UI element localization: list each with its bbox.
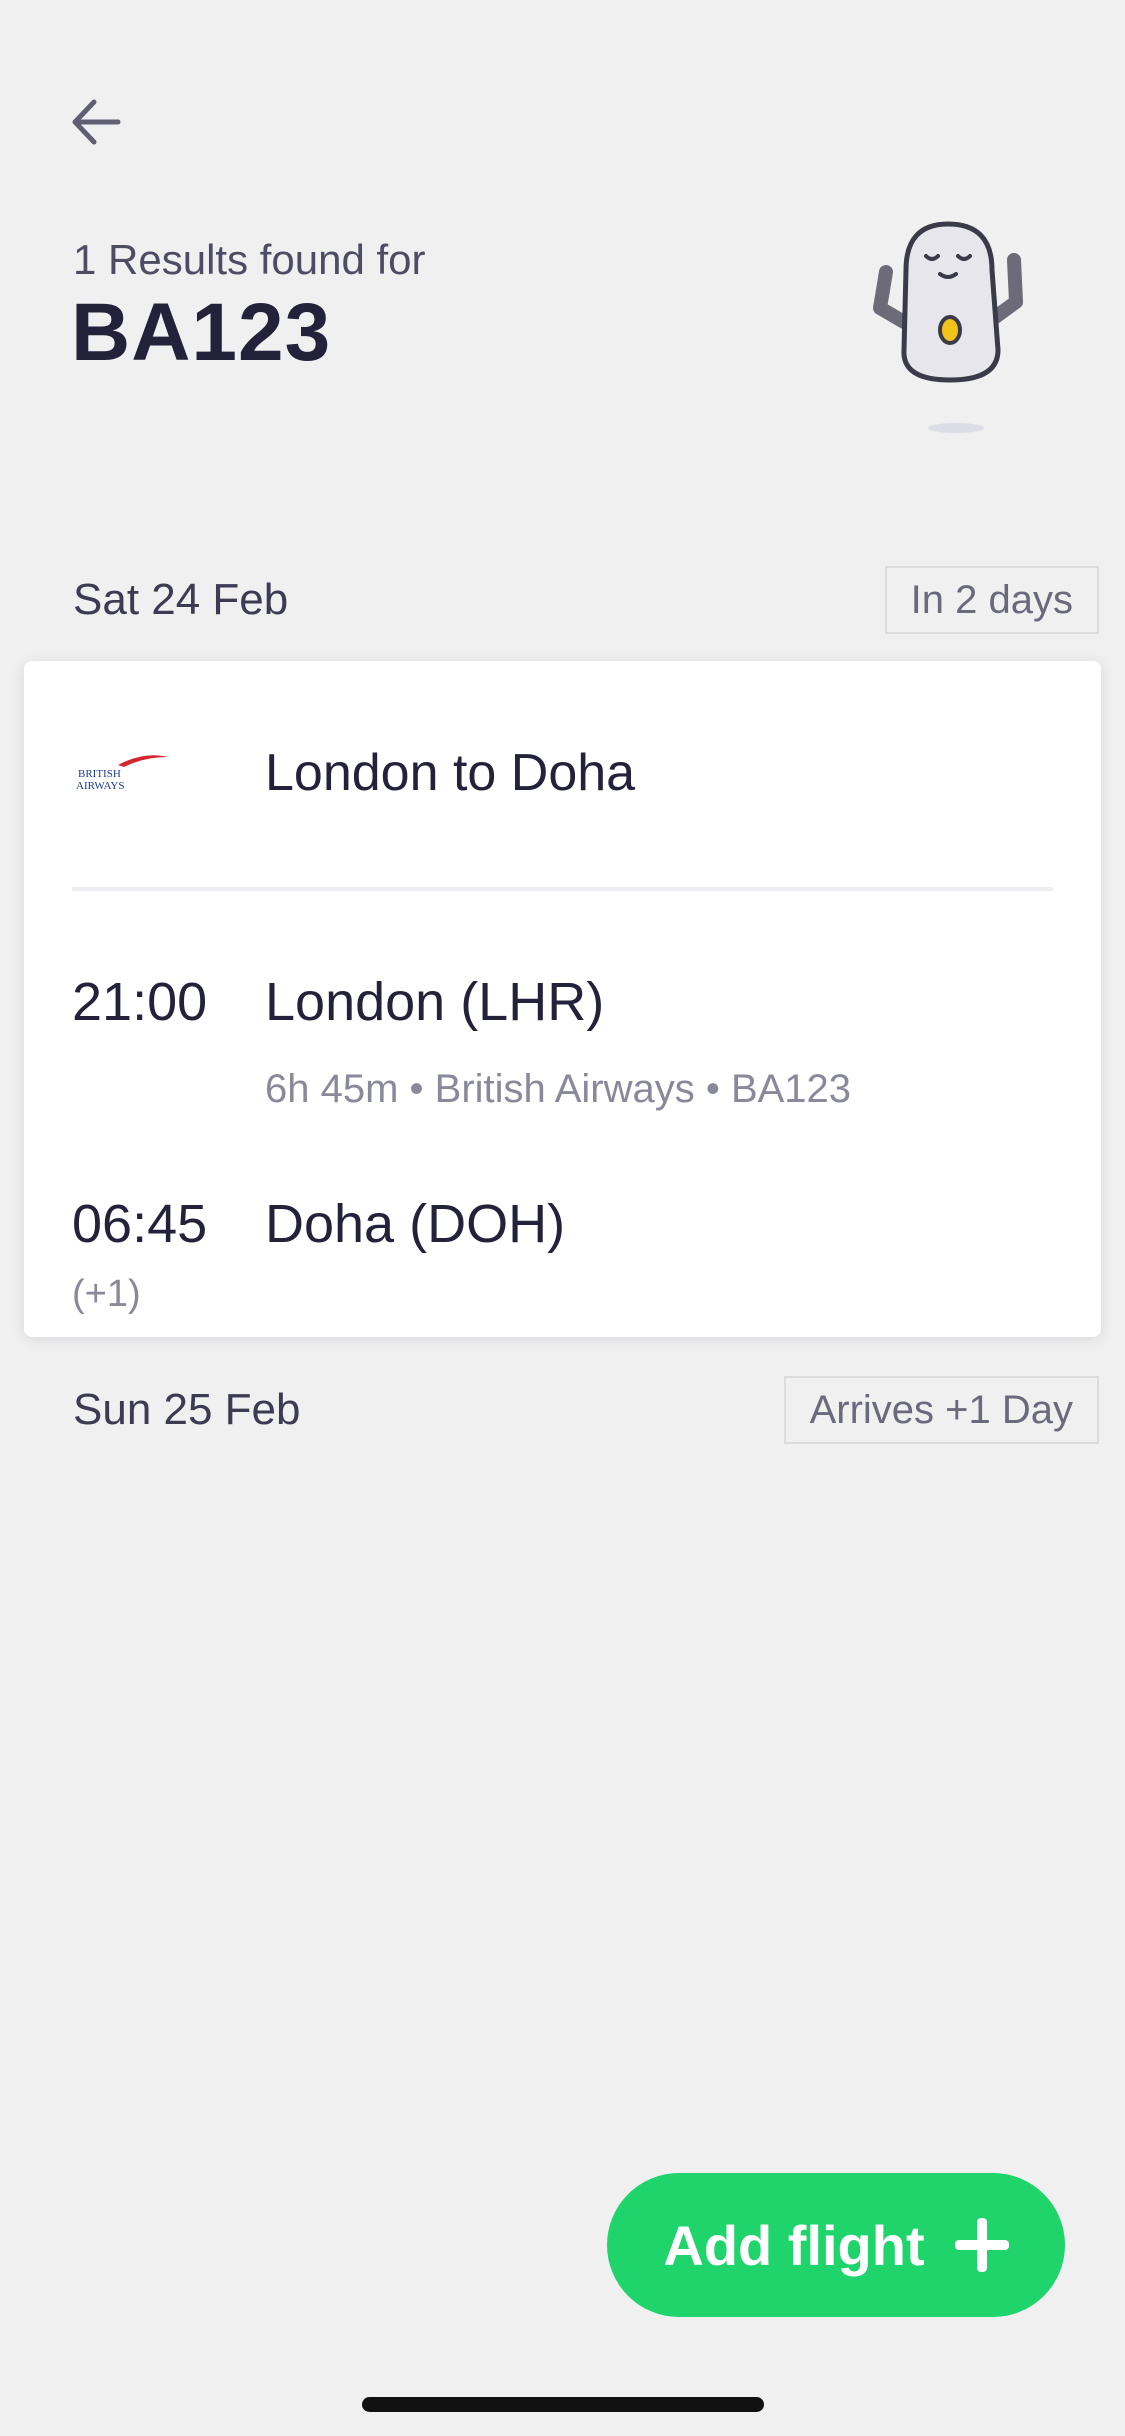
flight-result-card[interactable]: BRITISH AIRWAYS London to Doha 21:00 Lon… xyxy=(24,661,1101,1337)
departure-time: 21:00 xyxy=(72,972,208,1032)
route-title: London to Doha xyxy=(265,744,636,802)
add-flight-button[interactable]: Add flight xyxy=(607,2173,1065,2317)
svg-text:BRITISH: BRITISH xyxy=(78,768,121,780)
svg-text:AIRWAYS: AIRWAYS xyxy=(76,780,125,792)
add-flight-label: Add flight xyxy=(663,2213,925,2277)
departure-date-row: Sat 24 Feb In 2 days xyxy=(73,564,1099,636)
arrow-left-icon xyxy=(72,99,121,145)
departure-date: Sat 24 Feb xyxy=(73,575,289,624)
back-button[interactable] xyxy=(62,88,130,156)
arrival-airport: Doha (DOH) xyxy=(265,1194,566,1254)
arrival-date: Sun 25 Feb xyxy=(73,1385,301,1434)
arrival-date-row: Sun 25 Feb Arrives +1 Day xyxy=(73,1374,1099,1446)
plus-icon xyxy=(954,2218,1009,2272)
results-subtitle: 1 Results found for xyxy=(73,236,426,283)
departure-airport: London (LHR) xyxy=(265,972,605,1032)
page-title: BA123 xyxy=(71,287,332,378)
flight-details: 6h 45m • British Airways • BA123 xyxy=(265,1067,852,1111)
departure-countdown-badge: In 2 days xyxy=(884,566,1099,634)
british-airways-logo: BRITISH AIRWAYS xyxy=(76,755,168,792)
arrival-time: 06:45 xyxy=(72,1194,208,1254)
card-divider xyxy=(72,887,1053,891)
arrival-day-offset: (+1) xyxy=(72,1273,141,1315)
home-indicator[interactable] xyxy=(362,2397,764,2412)
mascot-illustration xyxy=(873,221,1023,433)
arrival-badge: Arrives +1 Day xyxy=(783,1376,1099,1444)
